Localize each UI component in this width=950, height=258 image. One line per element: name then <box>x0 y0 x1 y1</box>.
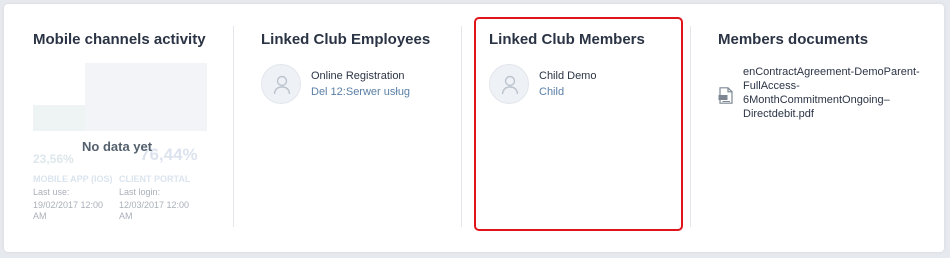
avatar <box>261 64 301 104</box>
document-link[interactable]: enContractAgreement-DemoParent- FullAcce… <box>743 65 933 121</box>
highlight-box <box>474 17 683 231</box>
chart-bar-client <box>85 63 207 131</box>
last-use-label: Last use: <box>33 187 70 197</box>
mobile-channels-title: Mobile channels activity <box>33 31 206 48</box>
document-name-line: FullAccess- <box>743 80 800 92</box>
column-divider <box>233 26 234 227</box>
activity-chart <box>33 63 207 131</box>
employee-name-link[interactable]: Online Registration <box>311 70 405 82</box>
mobile-app-label: MOBILE APP (IOS) <box>33 174 113 184</box>
document-name-line: enContractAgreement-DemoParent- <box>743 66 920 78</box>
employee-department: Del 12:Serwer usług <box>311 86 411 98</box>
members-documents-title: Members documents <box>718 31 869 48</box>
user-icon <box>273 75 291 95</box>
column-divider <box>461 26 462 227</box>
no-data-label: No data yet <box>82 139 153 154</box>
column-divider <box>690 26 691 227</box>
client-portal-label: CLIENT PORTAL <box>119 174 191 184</box>
pdf-file-icon[interactable] <box>718 87 733 104</box>
last-login-value: 12/03/2017 12:00 AM <box>119 200 190 221</box>
document-name-line: Directdebit.pdf <box>743 108 814 120</box>
mobile-app-percent: 23,56% <box>33 152 74 166</box>
last-login-label: Last login: <box>119 187 161 197</box>
linked-employees-title: Linked Club Employees <box>261 31 431 48</box>
chart-bar-mobile <box>33 105 85 131</box>
last-use-value: 19/02/2017 12:00 AM <box>33 200 104 221</box>
document-name-line: 6MonthCommitmentOngoing– <box>743 94 890 106</box>
